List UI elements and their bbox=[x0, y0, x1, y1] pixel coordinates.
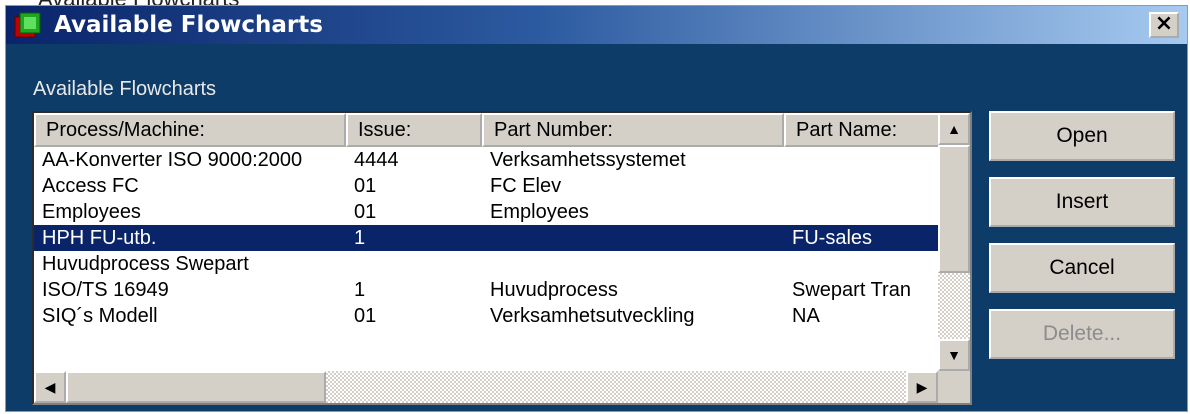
table-cell: 01 bbox=[354, 305, 377, 327]
scroll-right-button[interactable]: ▶ bbox=[906, 371, 938, 403]
table-cell: FU-sales bbox=[792, 227, 873, 249]
table-row[interactable]: Access FC 01 FC Elev bbox=[34, 173, 938, 199]
table-row[interactable]: SIQ´s Modell 01 Verksamhetsutveckling NA bbox=[34, 303, 938, 329]
table-cell bbox=[784, 147, 944, 173]
table-row[interactable]: ISO/TS 16949 1 Huvudprocess Swepart Tran bbox=[34, 277, 938, 303]
close-button[interactable]: × bbox=[1149, 12, 1179, 38]
table-row[interactable]: Huvudprocess Swepart bbox=[34, 251, 938, 277]
table-cell: Swepart Tran bbox=[792, 279, 911, 301]
cancel-button[interactable]: Cancel bbox=[989, 243, 1175, 293]
table-cell: Employees bbox=[42, 201, 141, 223]
table-cell bbox=[482, 225, 784, 251]
list-header: Process/Machine: Issue: Part Number: Par… bbox=[34, 113, 944, 147]
vertical-scroll-thumb[interactable] bbox=[938, 145, 970, 273]
scroll-left-button[interactable]: ◀ bbox=[34, 371, 66, 403]
table-cell: HPH FU-utb. bbox=[42, 227, 157, 249]
column-header-process-machine[interactable]: Process/Machine: bbox=[34, 113, 346, 147]
title-bar[interactable]: Available Flowcharts × bbox=[6, 6, 1187, 44]
column-header-part-number[interactable]: Part Number: bbox=[482, 113, 784, 147]
table-cell: Verksamhetsutveckling bbox=[490, 305, 695, 327]
table-cell: 1 bbox=[354, 279, 366, 301]
table-row[interactable]: Employees 01 Employees bbox=[34, 199, 938, 225]
table-cell: FC Elev bbox=[490, 175, 562, 197]
delete-button: Delete... bbox=[989, 309, 1175, 359]
table-cell: 4444 bbox=[354, 149, 399, 171]
table-cell: SIQ´s Modell bbox=[42, 305, 158, 327]
horizontal-scroll-thumb[interactable] bbox=[66, 371, 326, 403]
table-cell: 1 bbox=[354, 227, 366, 249]
scroll-up-button[interactable]: ▲ bbox=[938, 113, 970, 145]
dialog-title: Available Flowcharts bbox=[54, 12, 323, 38]
table-cell: ISO/TS 16949 bbox=[42, 279, 169, 301]
table-cell: Employees bbox=[490, 201, 589, 223]
down-arrow-icon: ▼ bbox=[947, 347, 961, 363]
table-cell bbox=[482, 251, 784, 277]
table-cell: 01 bbox=[354, 201, 377, 223]
table-cell bbox=[784, 173, 944, 199]
table-cell bbox=[784, 251, 944, 277]
flowchart-app-icon bbox=[14, 12, 41, 38]
scroll-down-button[interactable]: ▼ bbox=[938, 339, 970, 371]
table-cell: Huvudprocess Swepart bbox=[42, 253, 249, 275]
table-cell: Access FC bbox=[42, 175, 139, 197]
table-cell: Verksamhetssystemet bbox=[490, 149, 686, 171]
right-arrow-icon: ▶ bbox=[916, 379, 928, 395]
horizontal-scrollbar[interactable]: ◀ ▶ bbox=[34, 371, 938, 403]
vertical-scrollbar[interactable]: ▲ ▼ bbox=[938, 113, 970, 371]
table-cell: NA bbox=[792, 305, 820, 327]
table-row[interactable]: HPH FU-utb. 1 FU-sales bbox=[34, 225, 938, 251]
table-cell bbox=[784, 199, 944, 225]
up-arrow-icon: ▲ bbox=[947, 121, 961, 137]
insert-button[interactable]: Insert bbox=[989, 177, 1175, 227]
open-button[interactable]: Open bbox=[989, 111, 1175, 161]
column-header-part-name[interactable]: Part Name: bbox=[784, 113, 944, 147]
table-cell bbox=[346, 251, 482, 277]
scrollbar-corner bbox=[938, 371, 970, 403]
left-arrow-icon: ◀ bbox=[44, 379, 56, 395]
table-row[interactable]: AA-Konverter ISO 9000:2000 4444 Verksamhet… bbox=[34, 147, 938, 173]
column-header-issue[interactable]: Issue: bbox=[346, 113, 482, 147]
group-label: Available Flowcharts bbox=[33, 78, 217, 100]
table-cell: 01 bbox=[354, 175, 377, 197]
table-cell: AA-Konverter ISO 9000:2000 bbox=[42, 149, 303, 171]
available-flowcharts-dialog: Available Flowcharts × Available Flowcha… bbox=[5, 5, 1188, 412]
table-cell: Huvudprocess bbox=[490, 279, 618, 301]
flowchart-list[interactable]: Process/Machine: Issue: Part Number: Par… bbox=[32, 111, 972, 405]
